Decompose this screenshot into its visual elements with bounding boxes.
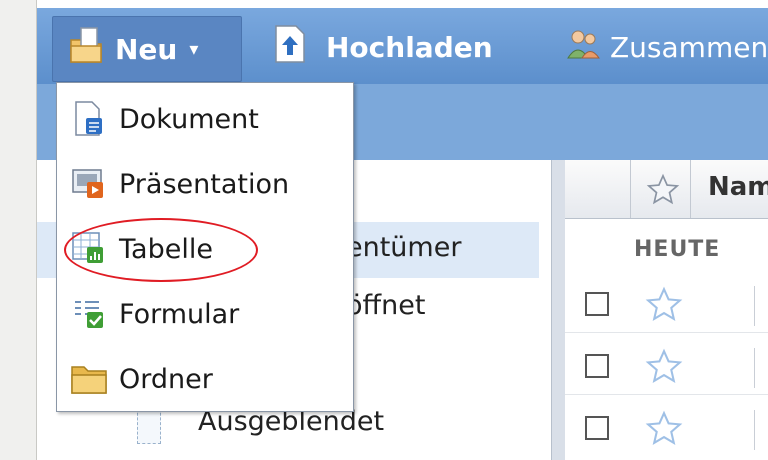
row-checkbox[interactable] bbox=[585, 416, 609, 440]
star-column-icon[interactable] bbox=[646, 173, 680, 211]
menu-item-document-label: Dokument bbox=[119, 103, 259, 135]
share-button-label: Zusammen bbox=[610, 30, 768, 64]
header-divider bbox=[690, 160, 691, 218]
group-today-label: HEUTE bbox=[634, 237, 721, 262]
upload-button[interactable]: Hochladen bbox=[274, 22, 493, 72]
star-icon[interactable] bbox=[644, 348, 684, 390]
menu-item-folder[interactable]: Ordner bbox=[69, 351, 339, 407]
menu-item-document[interactable]: Dokument bbox=[69, 91, 339, 147]
header-divider bbox=[630, 160, 631, 218]
pane-splitter[interactable] bbox=[551, 160, 566, 460]
upload-button-label: Hochladen bbox=[326, 30, 493, 64]
row-divider bbox=[754, 348, 755, 388]
star-icon[interactable] bbox=[644, 410, 684, 452]
row-checkbox[interactable] bbox=[585, 292, 609, 316]
new-button-label: Neu bbox=[115, 32, 178, 66]
menu-item-presentation-label: Präsentation bbox=[119, 168, 290, 200]
new-button[interactable]: Neu ▾ bbox=[52, 16, 242, 82]
new-document-icon bbox=[67, 26, 105, 73]
menu-item-folder-label: Ordner bbox=[119, 363, 213, 395]
users-icon bbox=[566, 26, 600, 69]
window-frame-left bbox=[0, 0, 37, 460]
presentation-icon bbox=[69, 164, 109, 204]
row-checkbox[interactable] bbox=[585, 354, 609, 378]
menu-item-form[interactable]: Formular bbox=[69, 286, 339, 342]
annotation-highlight-circle bbox=[64, 218, 258, 282]
row-separator bbox=[565, 332, 768, 333]
form-icon bbox=[69, 294, 109, 334]
row-divider bbox=[754, 410, 755, 450]
document-icon bbox=[69, 99, 109, 139]
menu-item-form-label: Formular bbox=[119, 298, 240, 330]
share-button[interactable]: Zusammen bbox=[566, 22, 768, 72]
column-name-header[interactable]: Nam bbox=[708, 172, 768, 202]
upload-icon bbox=[274, 24, 306, 71]
star-icon[interactable] bbox=[644, 286, 684, 328]
hidden-file-icon bbox=[137, 408, 161, 444]
nav-item-opened-label[interactable]: öffnet bbox=[346, 290, 425, 321]
folder-icon bbox=[69, 359, 109, 399]
menu-item-presentation[interactable]: Präsentation bbox=[69, 156, 339, 212]
row-separator bbox=[565, 394, 768, 395]
nav-item-owned-label: entümer bbox=[346, 232, 462, 263]
chevron-down-icon: ▾ bbox=[189, 38, 199, 60]
row-divider bbox=[754, 286, 755, 326]
